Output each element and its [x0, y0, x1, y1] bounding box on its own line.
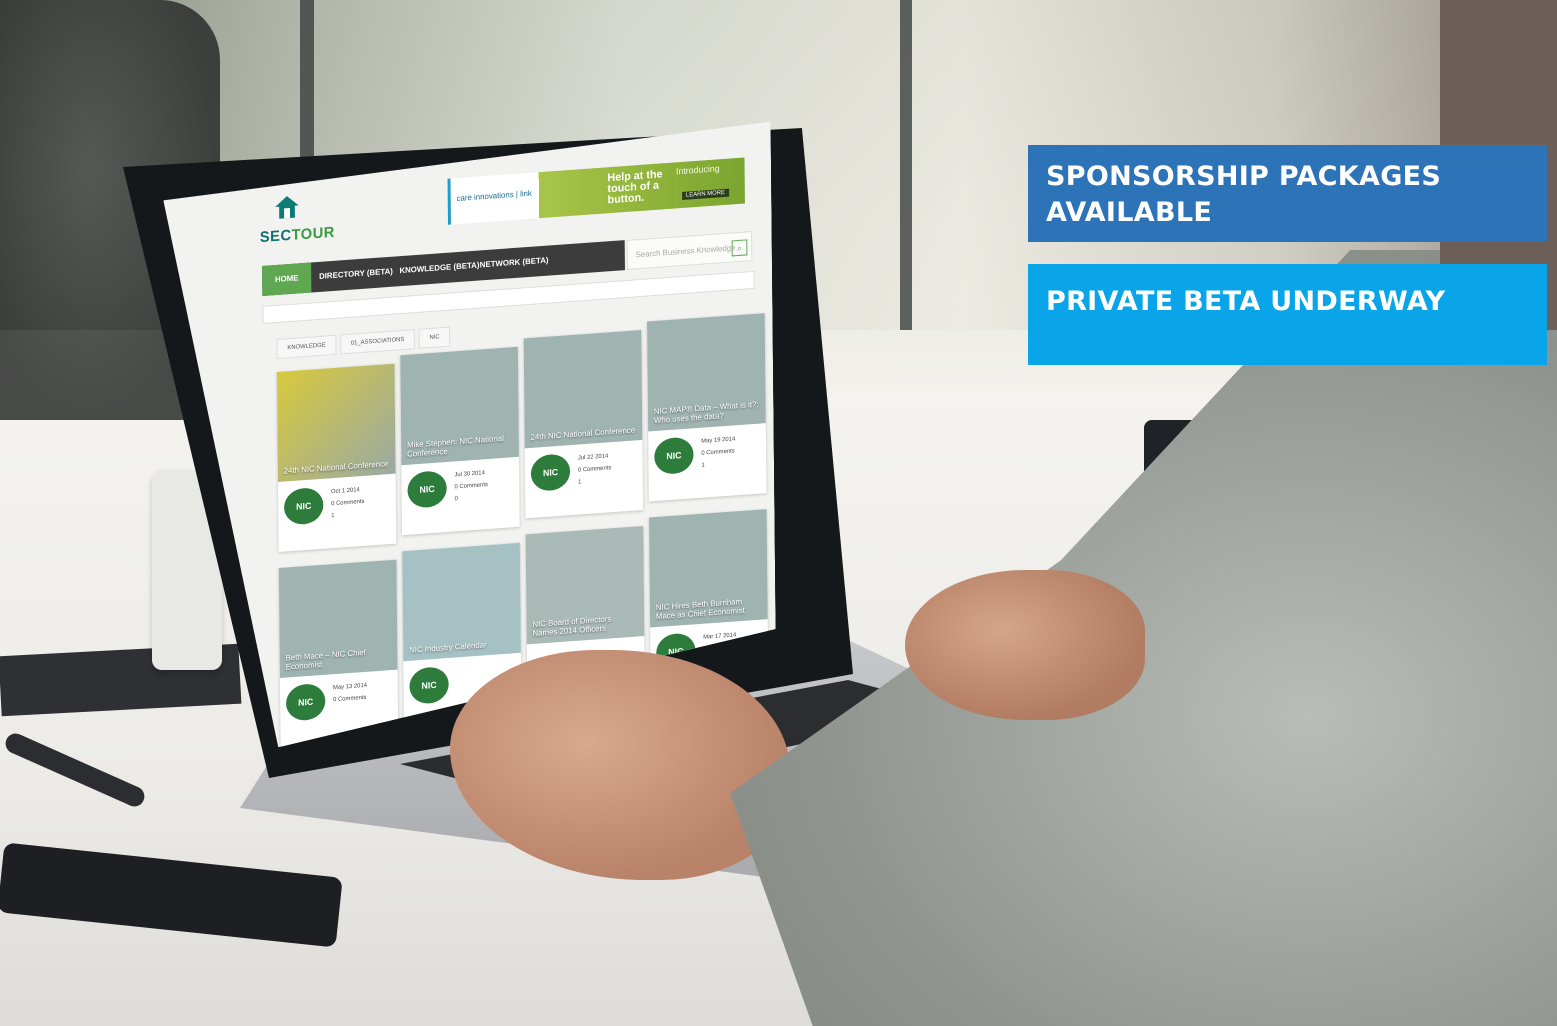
card-thumbnail: Mike Stephen: NIC National Conference	[400, 347, 519, 465]
card-meta: Jul 30 2014 0 Comments 0	[454, 467, 488, 505]
card-likes[interactable]: 0	[455, 491, 488, 505]
nav-directory[interactable]: DIRECTORY (BETA)	[319, 257, 393, 292]
card-title: Mike Stephen: NIC National Conference	[407, 433, 504, 459]
card-thumbnail: 24th NIC National Conference	[277, 364, 396, 482]
breadcrumb-associations[interactable]: 01_ASSOCIATIONS	[340, 329, 415, 354]
card-thumbnail: 24th NIC National Conference	[524, 330, 643, 448]
logo-text-tour: TOUR	[291, 223, 335, 244]
right-hand	[905, 570, 1145, 720]
card-likes[interactable]: 1	[331, 508, 364, 522]
logo-text-sec: SEC	[259, 226, 292, 247]
knowledge-card[interactable]: Beth Mace – NIC Chief Economist NIC May …	[279, 560, 398, 748]
window-frame	[900, 0, 912, 330]
card-thumbnail: Beth Mace – NIC Chief Economist	[279, 560, 398, 678]
card-title: NIC MAP® Data – What is it?: Who uses th…	[653, 399, 759, 426]
sponsorship-line-2: AVAILABLE	[1046, 197, 1213, 228]
sponsorship-line-1: SPONSORSHIP PACKAGES	[1046, 161, 1442, 192]
card-thumbnail: NIC Industry Calendar	[402, 543, 521, 661]
logo-wordmark: SECTOUR	[260, 224, 339, 247]
nav-home[interactable]: HOME	[262, 263, 311, 297]
knowledge-card[interactable]: Mike Stephen: NIC National Conference NI…	[400, 347, 519, 535]
knowledge-card[interactable]: 24th NIC National Conference NIC Oct 1 2…	[277, 364, 396, 552]
nic-logo: NIC	[407, 470, 447, 509]
card-comments[interactable]: 0 Comments	[331, 496, 364, 510]
banner-brand: care innovations | link	[456, 188, 532, 204]
banner-cta[interactable]: LEARN MORE	[682, 189, 729, 200]
nic-logo: NIC	[409, 666, 449, 705]
card-comments[interactable]: 0 Comments	[454, 479, 487, 493]
photo-scene: SECTOUR care innovations | link Help at …	[0, 0, 1557, 1026]
card-comments[interactable]: 0 Comments	[578, 462, 611, 476]
card-comments[interactable]: 0 Comments	[333, 692, 367, 706]
card-title: NIC Industry Calendar	[409, 640, 487, 655]
sectour-logo[interactable]: SECTOUR	[259, 191, 338, 255]
nic-logo: NIC	[284, 487, 324, 526]
card-title: NIC Board of Directors Names 2014 Office…	[532, 614, 612, 638]
card-thumbnail: NIC MAP® Data – What is it?: Who uses th…	[647, 313, 766, 431]
nav-knowledge[interactable]: KNOWLEDGE (BETA)	[399, 250, 479, 286]
card-meta: Oct 1 2014 0 Comments 1	[331, 484, 365, 522]
card-thumbnail: NIC Board of Directors Names 2014 Office…	[526, 526, 645, 644]
card-meta: May 13 2014 0 Comments	[333, 680, 367, 706]
card-title: NIC Hires Beth Burnham Mace as Chief Eco…	[655, 596, 745, 622]
card-comments[interactable]: 0 Comments	[701, 445, 735, 459]
nav-network[interactable]: NETWORK (BETA)	[480, 246, 549, 281]
private-beta-text: PRIVATE BETA UNDERWAY	[1046, 286, 1446, 317]
card-likes[interactable]: 1	[701, 457, 735, 471]
ad-banner[interactable]: care innovations | link Help at the touc…	[448, 157, 745, 224]
nic-logo: NIC	[531, 453, 571, 492]
knowledge-card[interactable]: 24th NIC National Conference NIC Jul 22 …	[524, 330, 643, 518]
banner-intro: Introducing	[675, 163, 720, 177]
search-icon[interactable]: ⌕	[732, 239, 748, 256]
breadcrumb-knowledge[interactable]: KNOWLEDGE	[277, 335, 337, 359]
card-meta: May 19 2014 0 Comments 1	[701, 433, 735, 471]
card-title: 24th NIC National Conference	[530, 425, 636, 442]
sponsorship-badge[interactable]: SPONSORSHIP PACKAGES AVAILABLE	[1028, 145, 1547, 242]
nic-logo: NIC	[654, 436, 694, 475]
card-title: Beth Mace – NIC Chief Economist	[285, 647, 366, 672]
card-likes[interactable]: 1	[578, 474, 611, 488]
nic-logo: NIC	[286, 683, 326, 722]
banner-help-text: Help at the touch of a button.	[607, 168, 663, 207]
search-placeholder: Search Business Knowledge	[635, 243, 736, 260]
private-beta-badge[interactable]: PRIVATE BETA UNDERWAY	[1028, 264, 1547, 365]
knowledge-card[interactable]: NIC MAP® Data – What is it?: Who uses th…	[647, 313, 766, 501]
house-logo-icon	[273, 193, 301, 223]
search-input[interactable]: Search Business Knowledge ⌕	[627, 231, 753, 270]
card-meta: Jul 22 2014 0 Comments 1	[578, 450, 612, 488]
card-thumbnail: NIC Hires Beth Burnham Mace as Chief Eco…	[649, 509, 768, 627]
breadcrumb-nic[interactable]: NIC	[419, 327, 451, 349]
card-title: 24th NIC National Conference	[283, 459, 389, 476]
